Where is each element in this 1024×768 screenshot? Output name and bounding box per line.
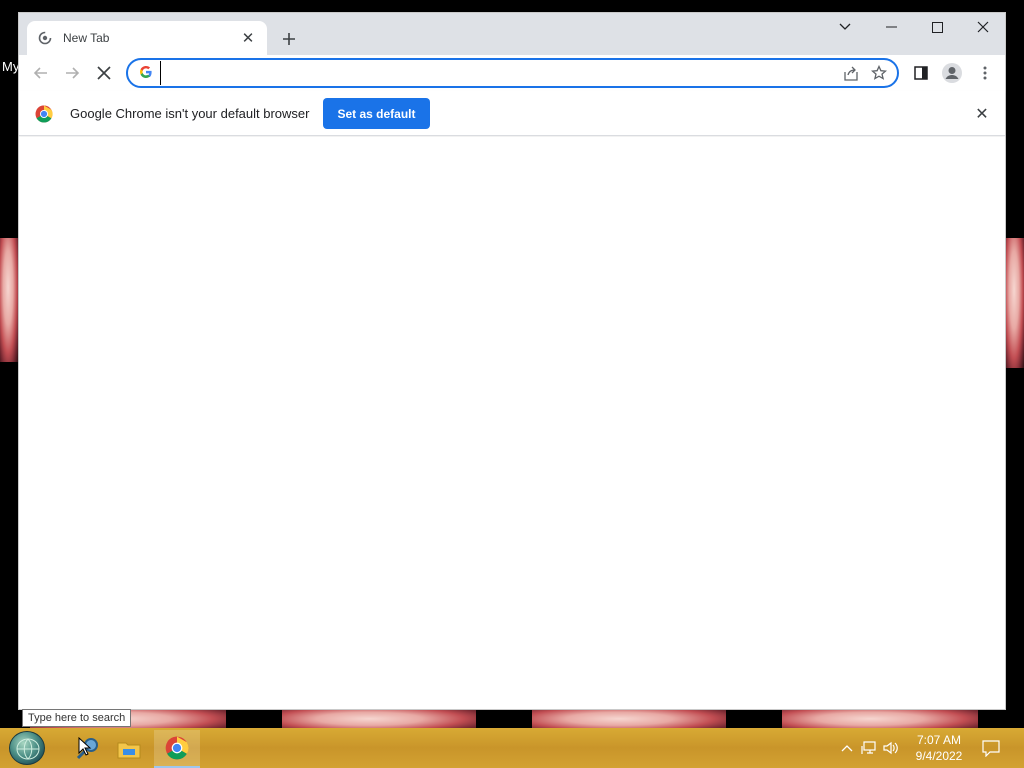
volume-icon bbox=[883, 741, 898, 755]
file-explorer-icon bbox=[117, 742, 141, 759]
share-button[interactable] bbox=[837, 60, 865, 86]
globe-icon bbox=[16, 738, 40, 760]
close-icon bbox=[977, 21, 989, 33]
menu-button[interactable] bbox=[971, 59, 999, 87]
default-browser-infobar: Google Chrome isn't your default browser… bbox=[19, 91, 1005, 136]
infobar-message: Google Chrome isn't your default browser bbox=[70, 106, 310, 121]
tab-new-tab[interactable]: New Tab ✕ bbox=[27, 21, 267, 55]
desktop-icon-label[interactable]: My bbox=[2, 59, 19, 74]
chevron-down-icon bbox=[839, 23, 851, 30]
chrome-window: New Tab ✕ Google Chrome isn't your defau… bbox=[18, 12, 1006, 710]
side-panel-button[interactable] bbox=[907, 59, 935, 87]
search-tooltip: Type here to search bbox=[22, 709, 132, 727]
taskbar-file-explorer[interactable] bbox=[106, 730, 152, 768]
infobar-close-icon[interactable]: ✕ bbox=[971, 103, 993, 125]
wallpaper-right-edge bbox=[1006, 238, 1024, 368]
back-button[interactable] bbox=[27, 59, 55, 87]
start-button[interactable] bbox=[9, 731, 45, 765]
chrome-logo-icon bbox=[35, 105, 53, 123]
system-tray bbox=[836, 728, 902, 768]
action-center-button[interactable] bbox=[980, 737, 1002, 759]
profile-button[interactable] bbox=[938, 59, 966, 87]
clock-date: 9/4/2022 bbox=[915, 749, 963, 763]
omnibox[interactable] bbox=[126, 58, 899, 88]
google-g-icon bbox=[138, 65, 154, 82]
omnibox-input[interactable] bbox=[160, 61, 837, 85]
chevron-up-icon bbox=[841, 745, 853, 752]
forward-button[interactable] bbox=[58, 59, 86, 87]
stop-button[interactable] bbox=[90, 59, 118, 87]
tab-close-icon[interactable]: ✕ bbox=[239, 29, 257, 47]
show-hidden-icons-button[interactable] bbox=[836, 737, 858, 759]
taskbar-chrome[interactable] bbox=[154, 730, 200, 768]
mouse-cursor-icon bbox=[78, 737, 92, 756]
wallpaper-left-edge bbox=[0, 238, 18, 362]
minimize-button[interactable] bbox=[868, 13, 914, 41]
more-vert-icon bbox=[983, 66, 987, 80]
tab-strip: New Tab ✕ bbox=[19, 13, 1005, 55]
chrome-icon bbox=[165, 736, 189, 760]
page-content bbox=[19, 137, 1005, 709]
star-icon bbox=[871, 65, 887, 80]
arrow-right-icon bbox=[66, 67, 80, 79]
taskbar: 7:07 AM 9/4/2022 bbox=[0, 728, 1024, 768]
avatar-icon bbox=[942, 63, 962, 83]
tab-title: New Tab bbox=[63, 31, 110, 45]
clock-time: 7:07 AM bbox=[916, 733, 962, 747]
plus-icon bbox=[283, 33, 295, 45]
maximize-button[interactable] bbox=[914, 13, 960, 41]
notification-icon bbox=[982, 739, 1000, 757]
network-button[interactable] bbox=[858, 737, 880, 759]
taskbar-clock[interactable]: 7:07 AM 9/4/2022 bbox=[906, 732, 972, 764]
volume-button[interactable] bbox=[880, 737, 902, 759]
maximize-icon bbox=[931, 21, 943, 33]
set-as-default-button[interactable]: Set as default bbox=[323, 98, 430, 129]
share-icon bbox=[844, 66, 858, 81]
close-window-button[interactable] bbox=[960, 13, 1006, 41]
toolbar bbox=[19, 55, 1005, 91]
chrome-loading-icon bbox=[37, 30, 53, 46]
arrow-left-icon bbox=[33, 67, 47, 79]
side-panel-icon bbox=[914, 66, 928, 80]
minimize-icon bbox=[885, 26, 897, 28]
tab-search-button[interactable] bbox=[822, 13, 868, 41]
bookmark-star-button[interactable] bbox=[865, 60, 893, 86]
stop-icon bbox=[97, 66, 111, 80]
network-icon bbox=[861, 741, 876, 754]
new-tab-button[interactable] bbox=[277, 27, 301, 51]
